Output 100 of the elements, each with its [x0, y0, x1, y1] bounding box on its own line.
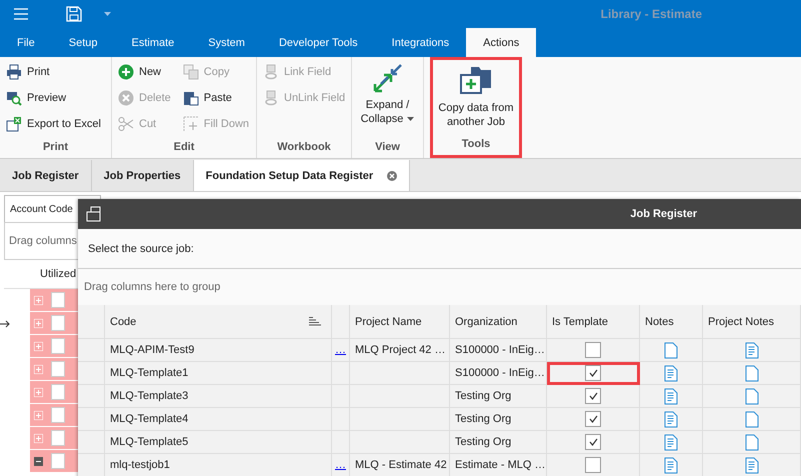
- checkbox[interactable]: [51, 453, 65, 469]
- ribbon-button[interactable]: Preview: [6, 88, 101, 108]
- checkbox[interactable]: [51, 315, 65, 331]
- check-icon: [588, 438, 598, 446]
- preview-icon: [6, 90, 22, 106]
- blank-document-icon[interactable]: [744, 364, 758, 382]
- table-cell: mlq-testjob1: [105, 454, 332, 476]
- document-tab[interactable]: Job Properties: [92, 160, 194, 191]
- note-icon[interactable]: [744, 342, 758, 358]
- checkbox[interactable]: [585, 434, 601, 450]
- group-label: Edit: [172, 140, 196, 155]
- table-cell: S100000 - InEig…: [450, 362, 547, 385]
- delete-icon: [118, 90, 134, 106]
- menu-icon[interactable]: [14, 8, 28, 20]
- ribbon-button[interactable]: Print: [6, 62, 101, 82]
- table-cell: [78, 305, 105, 339]
- window-icon: [86, 206, 102, 222]
- checkbox[interactable]: [585, 457, 601, 473]
- caret-icon[interactable]: [104, 12, 111, 16]
- checkbox[interactable]: [585, 342, 601, 358]
- blank-document-icon[interactable]: [744, 388, 758, 404]
- prompt-label: Select the source job:: [87, 242, 195, 256]
- menu-tab[interactable]: Actions: [466, 28, 536, 57]
- column-header[interactable]: Project Notes: [703, 305, 801, 339]
- note-icon[interactable]: [744, 456, 758, 474]
- check-icon: [588, 415, 598, 423]
- checkbox[interactable]: [585, 411, 601, 427]
- column-header[interactable]: Organization: [450, 305, 547, 339]
- column-header[interactable]: Code: [105, 305, 332, 339]
- ribbon-button[interactable]: Expand / Collapse: [358, 62, 417, 138]
- note-icon[interactable]: [664, 364, 678, 382]
- collapse-icon[interactable]: [34, 456, 43, 466]
- checkbox[interactable]: [51, 407, 65, 423]
- link-icon: [263, 64, 279, 80]
- group-hint: Drag columns here to group: [78, 268, 801, 305]
- blank-document-icon[interactable]: [744, 434, 758, 450]
- document-tab[interactable]: Foundation Setup Data Register: [194, 160, 410, 191]
- group-label: Print: [42, 140, 70, 155]
- table-cell: MLQ-Template4: [105, 408, 332, 431]
- checkbox[interactable]: [51, 384, 65, 400]
- check-icon: [588, 369, 598, 377]
- column-header[interactable]: Project Name: [350, 305, 450, 339]
- blank-document-icon[interactable]: [664, 342, 678, 358]
- expand-icon[interactable]: [34, 434, 43, 442]
- fill-down-icon: [182, 116, 199, 132]
- caret-icon: [407, 117, 414, 122]
- table-cell: Testing Org: [450, 431, 547, 454]
- table-cell: MLQ-Template3: [105, 385, 332, 408]
- window-title: Library - Estimate: [600, 7, 702, 21]
- note-icon[interactable]: [664, 434, 678, 450]
- note-icon[interactable]: [664, 388, 678, 404]
- menu-tab[interactable]: File: [0, 28, 52, 57]
- checkbox[interactable]: [51, 430, 65, 446]
- link[interactable]: …: [335, 459, 346, 471]
- table-cell: S100000 - InEig…: [450, 339, 547, 362]
- expand-icon[interactable]: [34, 342, 43, 350]
- table-cell: [78, 362, 105, 385]
- blank-document-icon[interactable]: [744, 410, 758, 428]
- checkbox[interactable]: [585, 388, 601, 404]
- clipboard-icon: [182, 90, 199, 106]
- table-cell: [78, 408, 105, 431]
- group-label: Workbook: [276, 140, 332, 155]
- ribbon-button[interactable]: Copy data from another Job: [439, 65, 513, 135]
- ribbon-button[interactable]: New: [118, 62, 171, 82]
- checkbox[interactable]: [51, 361, 65, 377]
- table-cell: Testing Org: [450, 408, 547, 431]
- plus-icon: [118, 64, 134, 80]
- expand-icon[interactable]: [34, 318, 43, 328]
- menu-tab[interactable]: Developer Tools: [262, 28, 375, 57]
- link[interactable]: …: [335, 344, 346, 356]
- checkbox[interactable]: [51, 338, 65, 354]
- menu-tab[interactable]: Integrations: [374, 28, 466, 57]
- checkbox[interactable]: [51, 292, 65, 308]
- menu-tab[interactable]: Setup: [52, 28, 114, 57]
- close-icon[interactable]: [387, 170, 398, 180]
- note-icon[interactable]: [664, 410, 678, 428]
- expand-icon[interactable]: [34, 388, 43, 396]
- expand-icon[interactable]: [34, 364, 43, 374]
- column-header[interactable]: Notes: [640, 305, 703, 339]
- save-icon[interactable]: [66, 6, 82, 22]
- note-icon[interactable]: [664, 456, 678, 474]
- ribbon-button[interactable]: Export to Excel: [6, 114, 101, 134]
- checkbox[interactable]: [585, 365, 601, 381]
- dialog-title: Job Register: [630, 208, 697, 220]
- expand-icon[interactable]: [34, 296, 43, 304]
- menu-tab[interactable]: System: [191, 28, 262, 57]
- excel-export-icon: [6, 116, 22, 132]
- table-cell: [78, 339, 105, 362]
- table-cell: MLQ Project 42 …: [350, 339, 450, 362]
- table-cell: MLQ-APIM-Test9: [105, 339, 332, 362]
- table-cell: Estimate - MLQ …: [450, 454, 547, 476]
- menu-tab[interactable]: Estimate: [114, 28, 192, 57]
- column-header[interactable]: Is Template: [547, 305, 640, 339]
- expand-icon[interactable]: [34, 410, 43, 420]
- printer-icon: [6, 64, 22, 80]
- sort-icon: [309, 317, 321, 326]
- scissors-icon: [118, 116, 134, 132]
- copy-icon: [182, 64, 199, 80]
- ribbon-button[interactable]: Paste: [182, 88, 250, 108]
- table-cell: [78, 385, 105, 408]
